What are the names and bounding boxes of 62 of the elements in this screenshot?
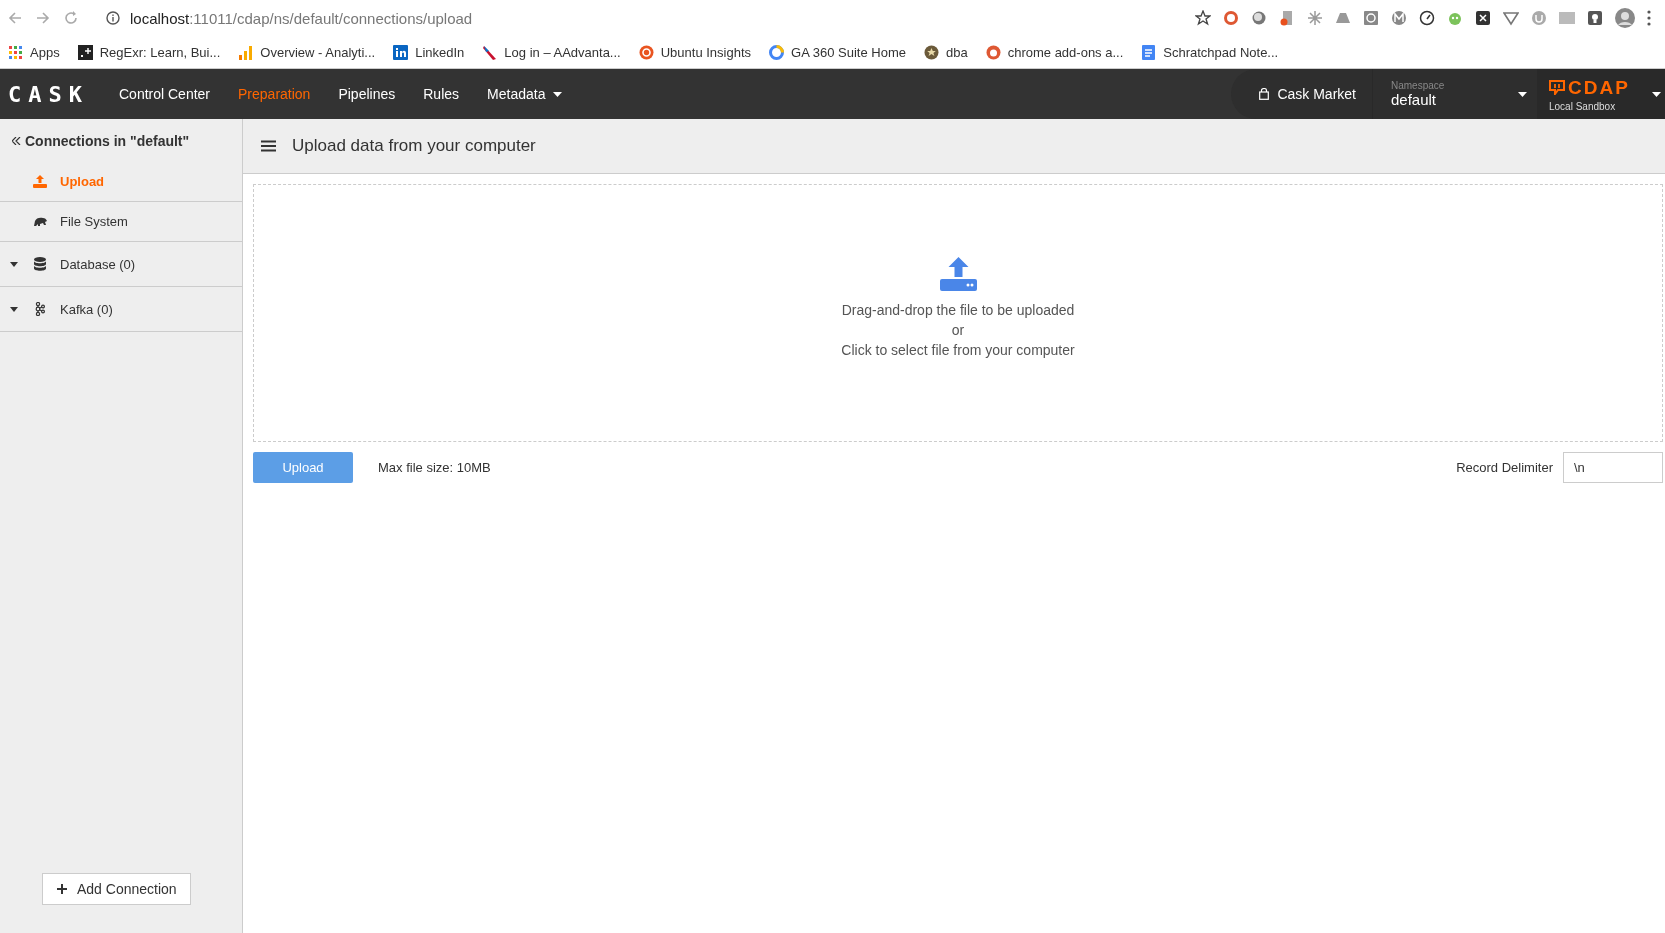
dropzone-text: Drag-and-drop the file to be uploaded <box>841 303 1075 317</box>
caret-icon[interactable] <box>10 306 18 312</box>
more-vertical-icon[interactable] <box>1647 10 1651 26</box>
file-dropzone[interactable]: Drag-and-drop the file to be uploaded or Click to select file from your computer <box>253 184 1663 442</box>
logo[interactable]: CASK <box>0 81 105 107</box>
database-icon <box>34 257 46 271</box>
bookmark-link[interactable]: Log in – AAdvanta... <box>504 44 621 60</box>
bookmark-link[interactable]: RegExr: Learn, Bui... <box>99 44 221 60</box>
caret-icon[interactable] <box>1652 91 1661 97</box>
bookmark-link[interactable]: Ubuntu Insights <box>660 44 752 60</box>
star-icon[interactable] <box>1195 10 1211 26</box>
lock-icon <box>1259 88 1270 100</box>
product-logo-icon <box>1549 80 1565 95</box>
namespace-label: Namespace <box>1391 80 1445 91</box>
dropzone-text: Click to select file from your computer <box>841 343 1075 357</box>
bookmark-link[interactable]: GA 360 Suite Home <box>791 44 906 60</box>
caret-icon[interactable] <box>1518 91 1527 97</box>
max-file-size-text: Max file size: 10MB <box>378 460 491 475</box>
reload-icon[interactable] <box>64 11 78 25</box>
bookmark-link[interactable]: LinkedIn <box>415 44 465 60</box>
elephant-icon <box>33 216 47 227</box>
product-name: CDAP <box>1568 76 1630 99</box>
nav-link[interactable]: Rules <box>409 69 474 119</box>
bookmark-link[interactable]: Schratchpad Note... <box>1163 44 1279 60</box>
upload-icon <box>939 257 977 291</box>
record-delimiter-field[interactable]: \n <box>1563 452 1663 483</box>
plus-icon <box>57 884 67 894</box>
namespace-dropdown[interactable]: default <box>1391 91 1445 108</box>
info-icon <box>106 11 120 25</box>
extension-icon[interactable] <box>1587 10 1603 26</box>
connection-item[interactable]: Kafka (0) <box>0 287 242 332</box>
back-arrow-icon[interactable] <box>8 11 22 25</box>
market-link[interactable]: Cask Market <box>1231 69 1372 119</box>
forward-arrow-icon[interactable] <box>36 11 50 25</box>
dropzone-text: or <box>951 323 965 337</box>
nav-link[interactable]: Metadata <box>473 69 577 119</box>
nav-link[interactable]: Preparation <box>224 69 325 119</box>
menu-icon[interactable] <box>261 140 276 152</box>
caret-icon <box>553 91 563 97</box>
bookmark-link[interactable]: chrome add-ons a... <box>1007 44 1124 60</box>
add-connection-button[interactable]: Add Connection <box>42 873 191 905</box>
avatar-icon[interactable] <box>1615 8 1635 28</box>
address-bar-url[interactable]: localhost:11011/cdap/ns/default/connections/upload <box>130 9 473 27</box>
kafka-icon <box>35 302 45 316</box>
bookmark-link[interactable]: dba <box>945 44 968 60</box>
nav-link[interactable]: Pipelines <box>324 69 410 119</box>
bookmark-link[interactable]: Apps <box>30 44 60 60</box>
bookmark-icon[interactable] <box>77 44 93 60</box>
page-title: Upload data from your computer <box>292 136 536 156</box>
caret-icon[interactable] <box>10 261 18 267</box>
connection-item[interactable]: File System <box>0 202 242 242</box>
back-link[interactable]: Connections in "default" <box>0 119 242 162</box>
double-chevron-left-icon <box>12 136 21 145</box>
extension-icon[interactable] <box>1419 10 1435 26</box>
extension-icon[interactable] <box>1475 10 1491 26</box>
record-delimiter-label: Record Delimiter <box>1456 460 1553 475</box>
nav-link[interactable]: Control Center <box>105 69 225 119</box>
bookmark-icon[interactable] <box>923 44 939 60</box>
instance-name: Local Sandbox <box>1549 100 1617 112</box>
upload-icon <box>33 175 47 188</box>
connection-item[interactable]: Database (0) <box>0 242 242 287</box>
bookmark-link[interactable]: Overview - Analyti... <box>260 44 376 60</box>
